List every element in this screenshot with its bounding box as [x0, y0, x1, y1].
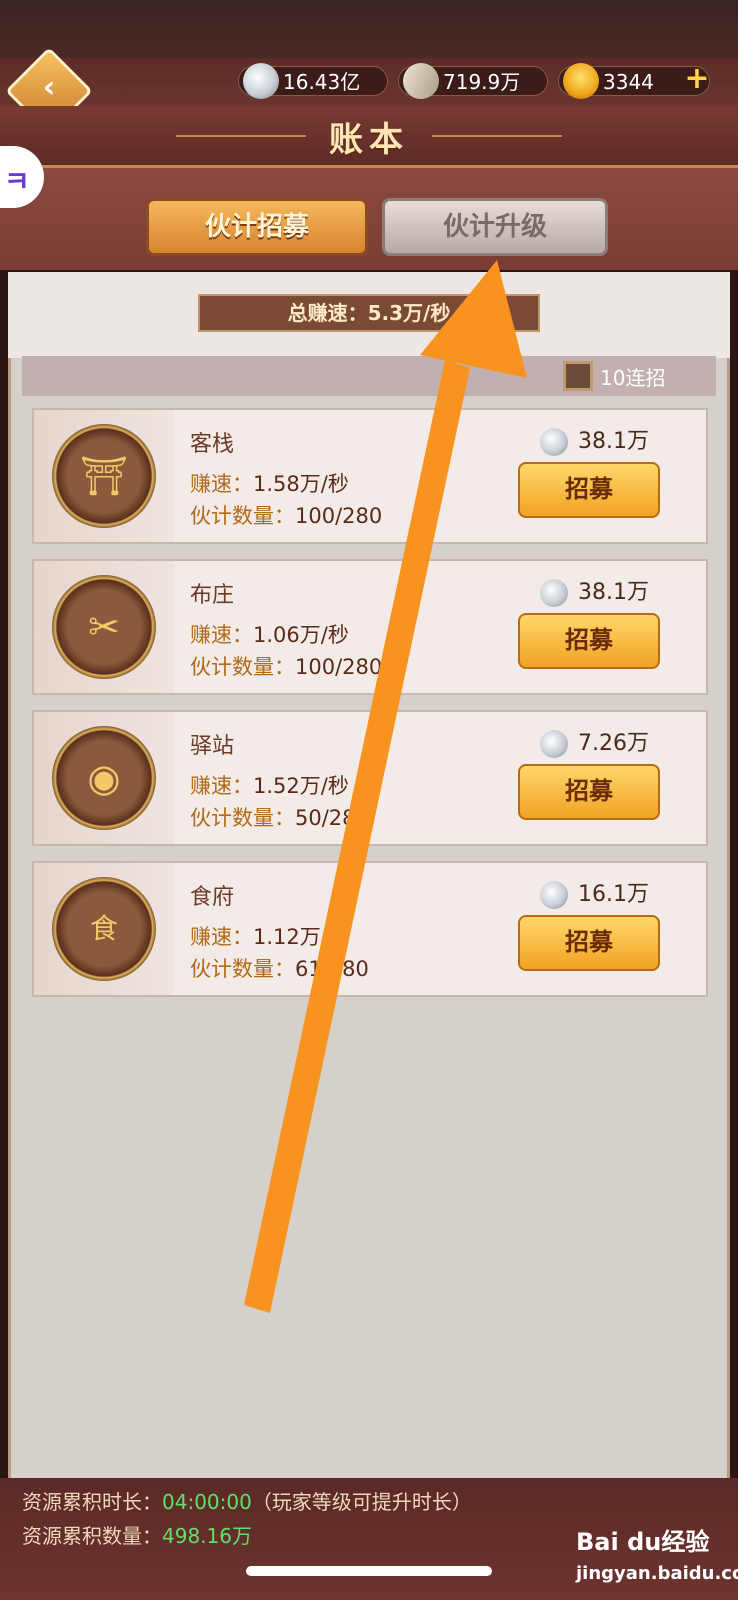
cloth-shop-icon: ✂ — [52, 575, 156, 679]
recruit-button[interactable]: 招募 — [518, 915, 660, 971]
card-count: 伙计数量：50/280 — [190, 806, 369, 830]
card-cost: 38.1万 — [540, 577, 649, 609]
status-bar-area — [0, 0, 738, 58]
silver-coin-icon — [540, 428, 568, 456]
page-title: 账本 — [329, 120, 409, 160]
recruit-card-restaurant: 食 食府 赚速：1.12万/秒 伙计数量：61/280 16.1万 招募 — [32, 861, 708, 997]
ten-pull-label: 10连招 — [600, 366, 666, 390]
tab-upgrade[interactable]: 伙计升级 — [382, 198, 608, 256]
recruit-button[interactable]: 招募 — [518, 764, 660, 820]
accumulation-time-line: 资源累积时长：04:00:00（玩家等级可提升时长） — [22, 1490, 472, 1514]
baidu-watermark: Bai du经验 jingyan.baidu.com — [576, 1528, 738, 1584]
card-rate: 赚速：1.52万/秒 — [190, 774, 349, 798]
gold-ingot-icon — [563, 63, 599, 99]
total-speed-banner: 总赚速：5.3万/秒 — [198, 294, 540, 332]
recruit-button[interactable]: 招募 — [518, 613, 660, 669]
card-name: 布庄 — [190, 583, 235, 608]
card-name: 驿站 — [190, 734, 235, 759]
silver-coin-icon — [540, 730, 568, 758]
silver-coin-icon — [243, 63, 279, 99]
badge-logo-icon: ㅋ — [4, 165, 30, 198]
accumulation-amount-line: 资源累积数量：498.16万 — [22, 1524, 252, 1548]
scroll-counter: 719.9万 — [397, 57, 548, 105]
recruit-card-cloth-shop: ✂ 布庄 赚速：1.06万/秒 伙计数量：100/280 38.1万 招募 — [32, 559, 708, 695]
ten-pull-checkbox[interactable] — [563, 361, 593, 391]
home-indicator[interactable] — [246, 1566, 492, 1576]
card-rate: 赚速：1.12万/秒 — [190, 925, 349, 949]
recruit-card-inn: ⛩ 客栈 赚速：1.58万/秒 伙计数量：100/280 38.1万 招募 — [32, 408, 708, 544]
card-name: 客栈 — [190, 432, 235, 457]
silver-counter: 16.43亿 — [238, 63, 388, 99]
card-count: 伙计数量：100/280 — [190, 504, 383, 528]
card-rate: 赚速：1.58万/秒 — [190, 472, 349, 496]
silver-coin-icon — [540, 881, 568, 909]
add-gold-button[interactable]: + — [682, 64, 712, 94]
card-count: 伙计数量：61/280 — [190, 957, 369, 981]
silver-value: 16.43亿 — [283, 70, 361, 94]
restaurant-icon: 食 — [52, 877, 156, 981]
tab-recruit[interactable]: 伙计招募 — [146, 198, 368, 256]
card-cost: 16.1万 — [540, 879, 649, 911]
gold-value: 3344 — [603, 70, 654, 94]
card-rate: 赚速：1.06万/秒 — [190, 623, 349, 647]
inn-icon: ⛩ — [52, 424, 156, 528]
card-count: 伙计数量：100/280 — [190, 655, 383, 679]
card-name: 食府 — [190, 885, 235, 910]
card-cost: 38.1万 — [540, 426, 649, 458]
silver-coin-icon — [540, 579, 568, 607]
tab-band — [0, 168, 738, 270]
post-station-icon: ◉ — [52, 726, 156, 830]
card-cost: 7.26万 — [540, 728, 649, 760]
recruit-button[interactable]: 招募 — [518, 462, 660, 518]
scroll-value: 719.9万 — [443, 70, 521, 94]
recruit-card-post-station: ◉ 驿站 赚速：1.52万/秒 伙计数量：50/280 7.26万 招募 — [32, 710, 708, 846]
back-arrow-icon: ‹ — [42, 70, 56, 106]
